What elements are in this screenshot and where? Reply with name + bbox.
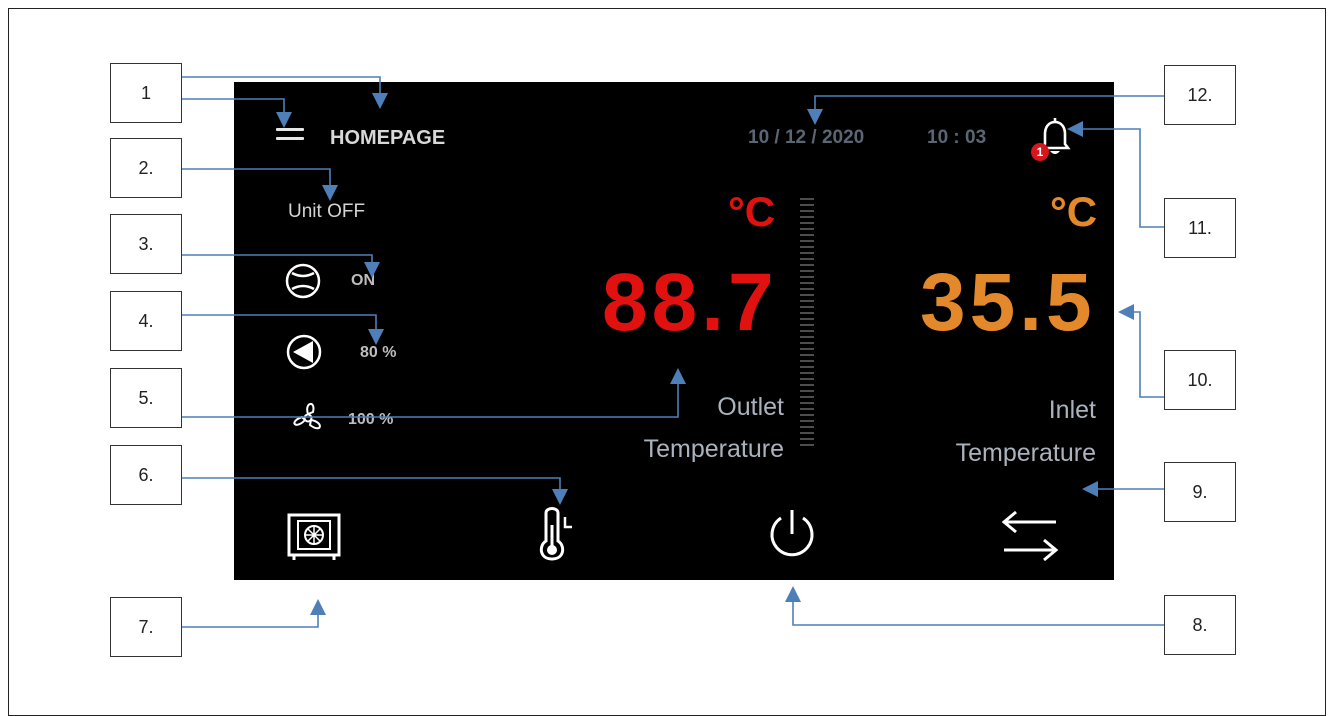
- inlet-temperature-value: 35.5: [920, 257, 1096, 348]
- scale-tick: [800, 378, 814, 380]
- power-icon[interactable]: [764, 506, 820, 562]
- scale-tick: [800, 318, 814, 320]
- scale-tick: [800, 390, 814, 392]
- scale-tick: [800, 222, 814, 224]
- fan-value: 100 %: [348, 411, 394, 428]
- scale-tick: [800, 420, 814, 422]
- pump-icon: [286, 334, 322, 370]
- callout-10: 10.: [1164, 350, 1236, 410]
- scale-tick: [800, 408, 814, 410]
- callout-7: 7.: [110, 597, 182, 657]
- scale-tick: [800, 240, 814, 242]
- scale-tick: [800, 360, 814, 362]
- callout-3: 3.: [110, 214, 182, 274]
- scale-tick: [800, 264, 814, 266]
- scale-tick: [800, 354, 814, 356]
- scale-tick: [800, 372, 814, 374]
- scale-tick: [800, 198, 814, 200]
- thermometer-icon[interactable]: [534, 505, 578, 565]
- page-title: HOMEPAGE: [330, 127, 446, 149]
- scale-tick: [800, 276, 814, 278]
- outlet-unit: °C: [728, 188, 776, 235]
- scale-tick: [800, 348, 814, 350]
- inlet-label-line1: Inlet: [1048, 396, 1096, 424]
- scale-tick: [800, 210, 814, 212]
- callout-5: 5.: [110, 368, 182, 428]
- scale-tick: [800, 234, 814, 236]
- notification-badge: 1: [1031, 143, 1049, 161]
- fan-icon: [293, 403, 321, 430]
- swap-arrows-icon[interactable]: [1000, 508, 1060, 564]
- outlet-label-line2: Temperature: [643, 435, 784, 463]
- scale-tick: [800, 300, 814, 302]
- time-display: 10 : 03: [927, 127, 987, 148]
- scale-tick: [800, 306, 814, 308]
- callout-11: 11.: [1164, 198, 1236, 258]
- scale-tick: [800, 288, 814, 290]
- inlet-unit: °C: [1050, 188, 1098, 235]
- scale-tick: [800, 216, 814, 218]
- scale-tick: [800, 336, 814, 338]
- scale-tick: [800, 432, 814, 434]
- scale-tick: [800, 330, 814, 332]
- scale-tick: [800, 384, 814, 386]
- scale-tick: [800, 366, 814, 368]
- scale-tick: [800, 204, 814, 206]
- callout-6: 6.: [110, 445, 182, 505]
- compressor-status: ON: [351, 272, 375, 289]
- scale-tick: [800, 294, 814, 296]
- scale-tick: [800, 252, 814, 254]
- scale-tick: [800, 444, 814, 446]
- outlet-label-line1: Outlet: [717, 393, 784, 421]
- outlet-temperature-value: 88.7: [602, 257, 778, 348]
- date-display: 10 / 12 / 2020: [748, 127, 865, 148]
- callout-9: 9.: [1164, 462, 1236, 522]
- scale-tick: [800, 312, 814, 314]
- inlet-label-line2: Temperature: [955, 439, 1096, 467]
- scale-tick: [800, 426, 814, 428]
- callout-4: 4.: [110, 291, 182, 351]
- callout-8: 8.: [1164, 595, 1236, 655]
- callout-1: 1: [110, 63, 182, 123]
- compressor-icon: [285, 263, 321, 299]
- scale-tick: [800, 282, 814, 284]
- scale-tick: [800, 246, 814, 248]
- callout-12: 12.: [1164, 65, 1236, 125]
- scale-tick: [800, 270, 814, 272]
- callout-2: 2.: [110, 138, 182, 198]
- scale-tick: [800, 414, 814, 416]
- unit-status-text: Unit OFF: [288, 201, 366, 222]
- scale-tick: [800, 324, 814, 326]
- unit-fan-icon[interactable]: [286, 512, 344, 562]
- menu-icon[interactable]: [276, 128, 304, 148]
- scale-tick: [800, 228, 814, 230]
- scale-tick: [800, 438, 814, 440]
- temperature-scale: [800, 198, 814, 454]
- scale-tick: [800, 258, 814, 260]
- scale-tick: [800, 402, 814, 404]
- scale-tick: [800, 342, 814, 344]
- scale-tick: [800, 396, 814, 398]
- pump-value: 80 %: [360, 344, 397, 361]
